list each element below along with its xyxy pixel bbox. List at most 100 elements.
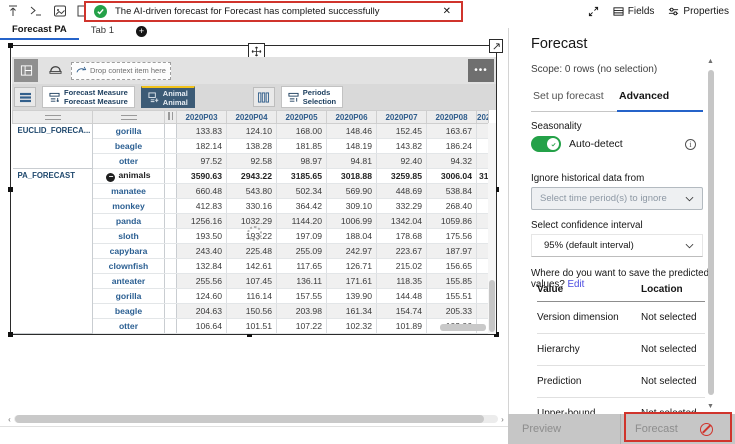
scroll-right-icon[interactable]: › [498, 415, 507, 424]
data-cell[interactable]: 225.48 [226, 243, 277, 259]
data-cell[interactable]: 182.14 [176, 138, 227, 154]
row-member-label[interactable]: manatee [92, 183, 165, 199]
row-member-label[interactable]: gorilla [92, 123, 165, 139]
row-member-label[interactable]: beagle [92, 138, 165, 154]
data-cell[interactable]: 155.85 [426, 273, 477, 289]
data-cell-partial[interactable] [476, 303, 489, 319]
data-cell[interactable]: 187.97 [426, 243, 477, 259]
data-cell-partial[interactable] [476, 288, 489, 304]
close-icon[interactable]: ✕ [441, 6, 453, 17]
row-member-label[interactable]: capybara [92, 243, 165, 259]
row-member-label[interactable]: monkey [92, 198, 165, 214]
share-icon[interactable] [6, 4, 20, 18]
row-header-handle[interactable] [12, 110, 93, 124]
data-cell[interactable]: 197.09 [276, 228, 327, 244]
data-cell-partial[interactable]: 31 [476, 168, 489, 184]
widget-layout-icon[interactable] [14, 59, 38, 82]
row-member-label[interactable]: − animals [92, 168, 165, 184]
grid-vscroll-thumb[interactable] [489, 280, 495, 332]
forecast-button[interactable]: Forecast [621, 414, 735, 444]
data-cell[interactable]: 92.58 [226, 153, 277, 169]
data-cell[interactable]: 332.29 [376, 198, 427, 214]
data-cell[interactable]: 205.33 [426, 303, 477, 319]
data-cell[interactable]: 168.00 [276, 123, 327, 139]
data-cell[interactable]: 132.84 [176, 258, 227, 274]
tab-set-up-forecast[interactable]: Set up forecast [531, 84, 617, 112]
period-column-header[interactable]: 2020P05 [276, 110, 327, 124]
data-cell[interactable]: 94.32 [426, 153, 477, 169]
grid-vertical-scrollbar[interactable] [488, 123, 496, 334]
panel-scroll-thumb[interactable] [707, 70, 714, 395]
period-column-header-partial[interactable]: 2020 [476, 110, 489, 124]
data-cell[interactable]: 181.85 [276, 138, 327, 154]
rows-axis-icon[interactable] [14, 87, 36, 107]
data-cell[interactable]: 660.48 [176, 183, 227, 199]
data-tray-icon[interactable] [48, 64, 63, 77]
data-cell[interactable]: 3006.04 [426, 168, 477, 184]
tab-advanced[interactable]: Advanced [617, 84, 703, 112]
row-member-label[interactable]: panda [92, 213, 165, 229]
scroll-left-icon[interactable]: ‹ [5, 415, 14, 424]
data-cell[interactable]: 94.81 [326, 153, 377, 169]
period-column-header[interactable]: 2020P07 [376, 110, 427, 124]
data-cell-partial[interactable] [476, 273, 489, 289]
period-column-header[interactable]: 2020P08 [426, 110, 477, 124]
data-cell[interactable]: 3185.65 [276, 168, 327, 184]
data-cell-partial[interactable] [476, 198, 489, 214]
data-cell-partial[interactable] [476, 183, 489, 199]
data-cell[interactable]: 364.42 [276, 198, 327, 214]
preview-button[interactable]: Preview [508, 414, 621, 444]
row-member-label[interactable]: gorilla [92, 288, 165, 304]
grid-hscroll-thumb[interactable] [440, 324, 486, 331]
data-cell[interactable]: 150.56 [226, 303, 277, 319]
data-cell[interactable]: 1144.20 [276, 213, 327, 229]
data-cell[interactable]: 124.60 [176, 288, 227, 304]
period-column-header[interactable]: 2020P06 [326, 110, 377, 124]
data-cell[interactable]: 1006.99 [326, 213, 377, 229]
data-cell[interactable]: 138.28 [226, 138, 277, 154]
data-cell[interactable]: 148.19 [326, 138, 377, 154]
confidence-select[interactable]: 95% (default interval) [531, 234, 703, 257]
data-cell[interactable]: 309.10 [326, 198, 377, 214]
data-cell[interactable]: 204.63 [176, 303, 227, 319]
data-cell[interactable]: 502.34 [276, 183, 327, 199]
chip-periods[interactable]: Periods Selection [280, 86, 344, 108]
ignore-periods-select[interactable]: Select time period(s) to ignore [531, 187, 703, 210]
data-cell[interactable]: 126.71 [326, 258, 377, 274]
chip-animal[interactable]: Animal Animal [140, 86, 195, 108]
data-cell[interactable]: 3018.88 [326, 168, 377, 184]
data-cell[interactable]: 175.56 [426, 228, 477, 244]
data-cell[interactable]: 107.45 [226, 273, 277, 289]
data-cell[interactable]: 102.32 [326, 318, 377, 334]
data-cell[interactable]: 412.83 [176, 198, 227, 214]
data-cell[interactable]: 161.34 [326, 303, 377, 319]
data-cell[interactable]: 538.84 [426, 183, 477, 199]
column-resize-gutter[interactable] [164, 110, 177, 124]
columns-axis-icon[interactable] [252, 87, 275, 107]
row-member-label[interactable]: otter [92, 318, 165, 334]
expand-icon[interactable] [588, 6, 599, 17]
data-cell[interactable]: 193.50 [176, 228, 227, 244]
data-cell-partial[interactable] [476, 138, 489, 154]
data-cell[interactable]: 2943.22 [226, 168, 277, 184]
data-cell[interactable]: 255.09 [276, 243, 327, 259]
data-cell[interactable]: 186.24 [426, 138, 477, 154]
info-icon[interactable]: i [685, 139, 696, 150]
data-cell[interactable]: 178.68 [376, 228, 427, 244]
data-cell[interactable]: 148.46 [326, 123, 377, 139]
pivot-table[interactable]: 2020P03 2020P04 2020P05 2020P06 2020P07 2020P… [12, 110, 489, 334]
row-member-label[interactable]: beagle [92, 303, 165, 319]
data-cell[interactable]: 143.82 [376, 138, 427, 154]
data-cell[interactable]: 188.04 [326, 228, 377, 244]
data-cell[interactable]: 124.10 [226, 123, 277, 139]
row-member-label[interactable]: sloth [92, 228, 165, 244]
data-cell[interactable]: 118.35 [376, 273, 427, 289]
data-cell[interactable]: 144.48 [376, 288, 427, 304]
properties-button[interactable]: Properties [668, 6, 729, 17]
data-cell[interactable]: 117.65 [276, 258, 327, 274]
collapse-icon[interactable]: − [106, 172, 116, 182]
data-cell-partial[interactable] [476, 123, 489, 139]
widget-more-button[interactable]: ••• [468, 59, 494, 82]
data-cell[interactable]: 98.97 [276, 153, 327, 169]
tab-forecast-pa[interactable]: Forecast PA [0, 22, 79, 40]
